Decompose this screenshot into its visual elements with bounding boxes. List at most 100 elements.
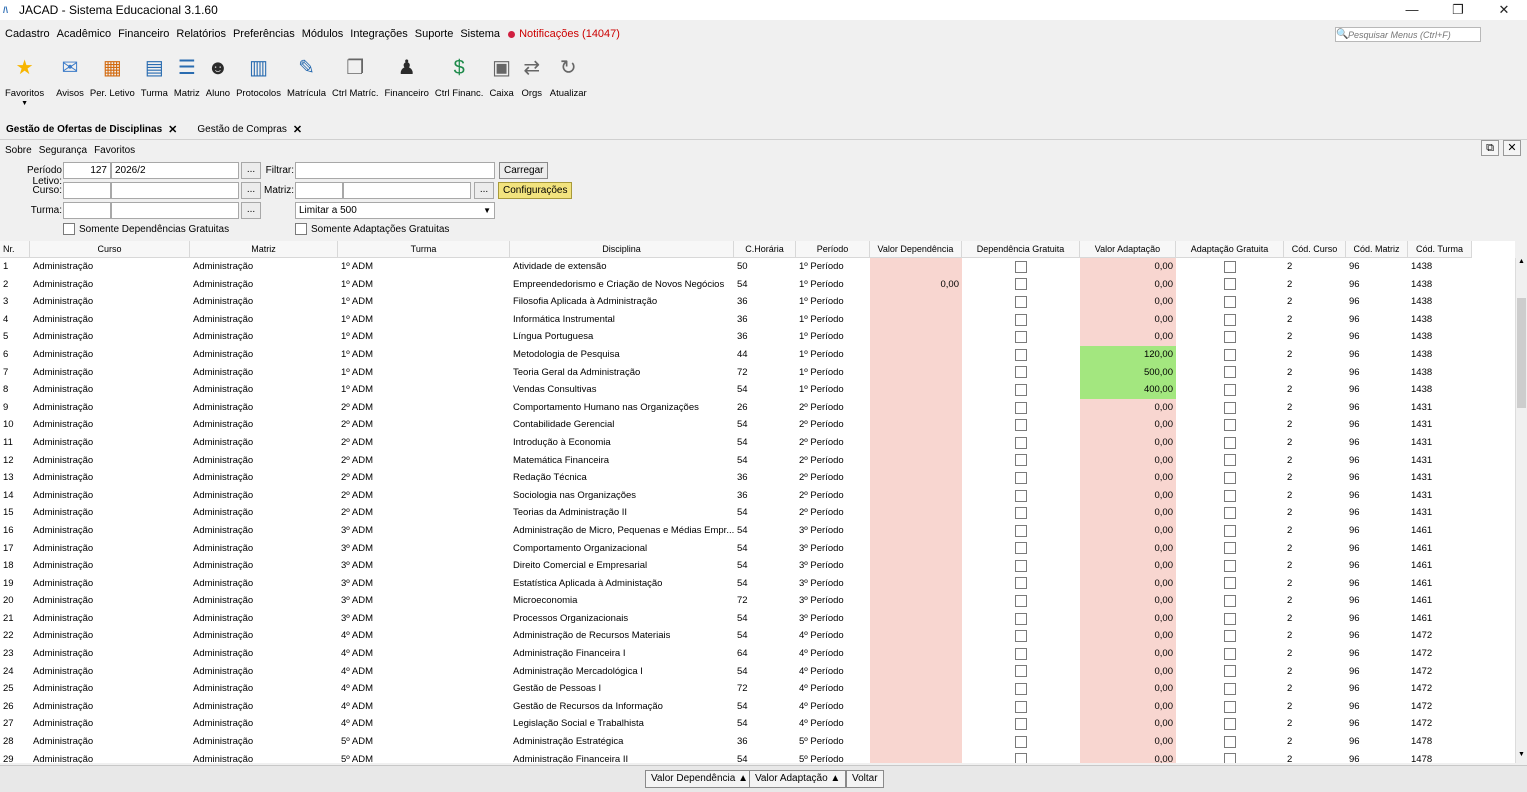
checkbox[interactable] — [1224, 278, 1236, 291]
tab-gestao-ofertas[interactable]: Gestão de Ofertas de Disciplinas ✕ — [6, 123, 177, 136]
cell-valor-adapt[interactable]: 0,00 — [1080, 521, 1176, 540]
col-nr[interactable]: Nr. — [0, 241, 30, 258]
cell-valor-adapt[interactable]: 120,00 — [1080, 345, 1176, 364]
valor-adaptacao-button[interactable]: Valor Adaptação ▲ — [749, 770, 847, 788]
cell-valor-adapt[interactable]: 0,00 — [1080, 258, 1176, 276]
checkbox[interactable] — [1015, 489, 1027, 502]
table-row[interactable]: 20 Administração Administração 3º ADM Microe… — [0, 592, 1472, 610]
checkbox[interactable] — [1015, 559, 1027, 572]
close-icon[interactable]: ✕ — [293, 123, 302, 136]
toolbar-ctrl-matric-button[interactable]: ❐ Ctrl Matríc. — [329, 52, 381, 110]
checkbox[interactable] — [1015, 401, 1027, 414]
matriz-lookup-button[interactable]: ... — [474, 182, 494, 199]
cell-valor-dep[interactable] — [870, 645, 962, 663]
cell-valor-adapt[interactable]: 0,00 — [1080, 697, 1176, 716]
cell-valor-dep[interactable] — [870, 363, 962, 382]
filtrar-input[interactable] — [295, 162, 495, 179]
table-row[interactable]: 2 Administração Administração 1º ADM Empreen… — [0, 275, 1472, 294]
cell-valor-adapt[interactable]: 0,00 — [1080, 451, 1176, 470]
table-row[interactable]: 7 Administração Administração 1º ADM Teoria … — [0, 363, 1472, 382]
checkbox[interactable] — [1224, 383, 1236, 396]
turma-code-field[interactable] — [63, 202, 111, 219]
checkbox[interactable] — [1224, 436, 1236, 449]
checkbox[interactable] — [1224, 295, 1236, 308]
table-row[interactable]: 23 Administração Administração 4º ADM Admini… — [0, 645, 1472, 663]
cell-valor-adapt[interactable]: 0,00 — [1080, 609, 1176, 628]
cell-valor-adapt[interactable]: 0,00 — [1080, 733, 1176, 751]
detach-icon[interactable]: ⧉ — [1481, 140, 1499, 156]
cell-valor-adapt[interactable]: 0,00 — [1080, 715, 1176, 734]
checkbox[interactable] — [1015, 454, 1027, 467]
checkbox[interactable] — [1224, 507, 1236, 520]
col-turma[interactable]: Turma — [338, 241, 510, 258]
limit-select[interactable]: Limitar a 500 ▼ — [295, 202, 495, 219]
checkbox[interactable] — [1224, 313, 1236, 326]
checkbox[interactable] — [1224, 260, 1236, 273]
cell-valor-adapt[interactable]: 0,00 — [1080, 469, 1176, 487]
checkbox[interactable] — [1224, 612, 1236, 625]
cell-valor-adapt[interactable]: 0,00 — [1080, 645, 1176, 663]
scrollbar-thumb[interactable] — [1517, 298, 1526, 408]
col-disciplina[interactable]: Disciplina — [510, 241, 734, 258]
toolbar-financeiro-button[interactable]: ♟ Financeiro — [382, 52, 432, 110]
toolbar-protocolos-button[interactable]: ▥ Protocolos — [233, 52, 284, 110]
checkbox[interactable] — [1224, 665, 1236, 678]
checkbox[interactable] — [1015, 718, 1027, 731]
checkbox[interactable] — [1224, 577, 1236, 590]
checkbox[interactable] — [1015, 542, 1027, 555]
menu-cadastro[interactable]: Cadastro — [5, 28, 50, 40]
scroll-down-icon[interactable]: ▼ — [1516, 751, 1527, 763]
toolbar-per-letivo-button[interactable]: ▦ Per. Letivo — [87, 52, 138, 110]
cell-valor-adapt[interactable]: 0,00 — [1080, 557, 1176, 575]
checkbox[interactable] — [1015, 577, 1027, 590]
menu-relatorios[interactable]: Relatórios — [176, 28, 226, 40]
table-row[interactable]: 25 Administração Administração 4º ADM Gestão… — [0, 680, 1472, 698]
cell-valor-adapt[interactable]: 0,00 — [1080, 504, 1176, 522]
maximize-button[interactable]: ❐ — [1435, 0, 1481, 20]
cell-valor-adapt[interactable]: 0,00 — [1080, 627, 1176, 646]
table-row[interactable]: 29 Administração Administração 5º ADM Admini… — [0, 750, 1472, 763]
checkbox[interactable] — [1224, 489, 1236, 502]
checkbox[interactable] — [1224, 331, 1236, 344]
checkbox[interactable] — [1015, 366, 1027, 379]
cell-valor-dep[interactable] — [870, 715, 962, 734]
curso-code-field[interactable] — [63, 182, 111, 199]
cell-valor-dep[interactable] — [870, 592, 962, 610]
adapt-gratuitas-checkbox[interactable]: Somente Adaptações Gratuitas — [295, 223, 449, 235]
menu-integracoes[interactable]: Integrações — [350, 28, 407, 40]
notifications-menu[interactable]: Notificações (14047) — [508, 28, 620, 40]
toolbar-favoritos-button[interactable]: ★ Favoritos ▼ — [2, 52, 47, 110]
cell-valor-adapt[interactable]: 0,00 — [1080, 293, 1176, 311]
menu-preferencias[interactable]: Preferências — [233, 28, 295, 40]
checkbox[interactable] — [1015, 665, 1027, 678]
checkbox[interactable] — [1224, 753, 1236, 763]
checkbox[interactable] — [1224, 524, 1236, 537]
table-row[interactable]: 3 Administração Administração 1º ADM Filosof… — [0, 293, 1472, 311]
table-row[interactable]: 8 Administração Administração 1º ADM Vendas … — [0, 381, 1472, 399]
col-cod-curso[interactable]: Cód. Curso — [1284, 241, 1346, 258]
toolbar-ctrl-financ-button[interactable]: $ Ctrl Financ. — [432, 52, 487, 110]
table-row[interactable]: 26 Administração Administração 4º ADM Gestão… — [0, 697, 1472, 716]
toolbar-caixa-button[interactable]: ▣ Caixa — [486, 52, 516, 110]
cell-valor-dep[interactable] — [870, 293, 962, 311]
valor-dependencia-button[interactable]: Valor Dependência ▲ — [645, 770, 754, 788]
cell-valor-dep[interactable] — [870, 398, 962, 417]
checkbox[interactable] — [1224, 454, 1236, 467]
checkbox[interactable] — [1015, 313, 1027, 326]
checkbox[interactable] — [1224, 348, 1236, 361]
cell-valor-dep[interactable] — [870, 469, 962, 487]
cell-valor-dep[interactable] — [870, 557, 962, 575]
checkbox[interactable] — [1015, 612, 1027, 625]
menu-suporte[interactable]: Suporte — [415, 28, 454, 40]
cell-valor-dep[interactable] — [870, 697, 962, 716]
cell-valor-dep[interactable]: 0,00 — [870, 275, 962, 294]
matriz-code-field[interactable] — [295, 182, 343, 199]
checkbox[interactable] — [1224, 647, 1236, 660]
checkbox[interactable] — [1015, 683, 1027, 696]
table-row[interactable]: 13 Administração Administração 2º ADM Redaçã… — [0, 469, 1472, 487]
menu-modulos[interactable]: Módulos — [302, 28, 344, 40]
table-row[interactable]: 14 Administração Administração 2º ADM Sociol… — [0, 486, 1472, 505]
cell-valor-adapt[interactable]: 0,00 — [1080, 680, 1176, 698]
cell-valor-dep[interactable] — [870, 539, 962, 558]
checkbox[interactable] — [1015, 647, 1027, 660]
